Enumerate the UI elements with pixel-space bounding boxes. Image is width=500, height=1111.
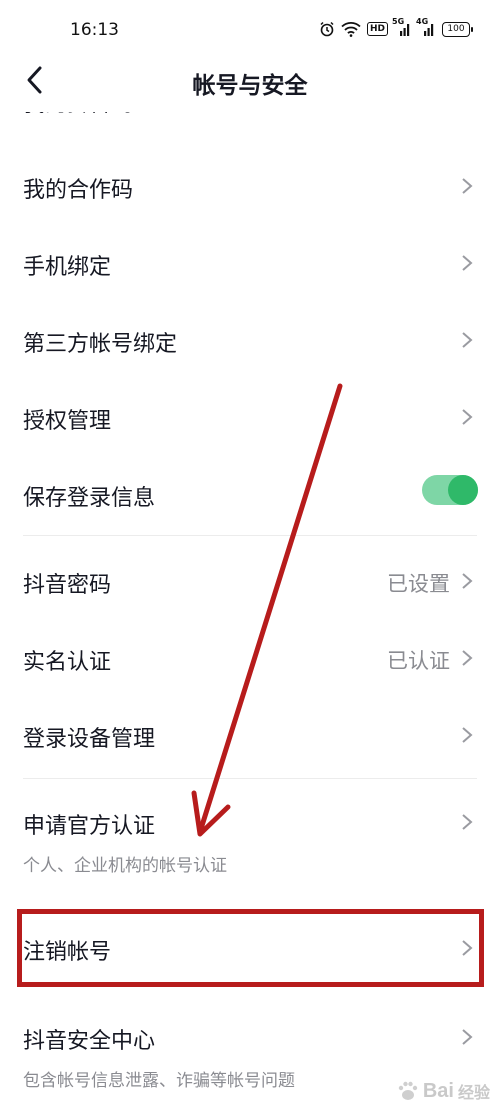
nav-bar: 帐号与安全: [0, 50, 500, 110]
chevron-right-icon: [462, 409, 473, 425]
row-real-name[interactable]: 实名认证 已认证: [0, 632, 500, 684]
row-authorization[interactable]: 授权管理: [0, 391, 500, 443]
row-official-cert-sub: 个人、企业机构的帐号认证: [23, 856, 227, 876]
paw-logo-icon: [398, 1081, 418, 1100]
row-real-name-label: 实名认证: [23, 650, 112, 675]
page-title: 帐号与安全: [192, 73, 308, 99]
row-security-center-sub: 包含帐号信息泄露、诈骗等帐号问题: [23, 1071, 295, 1091]
toggle-knob: [448, 475, 478, 505]
row-official-cert[interactable]: 申请官方认证 个人、企业机构的帐号认证: [0, 796, 500, 880]
watermark-brand: Bai: [422, 1079, 454, 1102]
row-security-center-label: 抖音安全中心: [23, 1029, 156, 1054]
chevron-right-icon: [462, 573, 473, 589]
signal-5g-icon: 5G: [392, 17, 412, 38]
status-time: 16:13: [70, 20, 119, 40]
row-save-login-label: 保存登录信息: [23, 486, 156, 511]
row-authorization-label: 授权管理: [23, 409, 112, 434]
row-partner-code[interactable]: 我的合作码: [0, 160, 500, 212]
highlight-box: [17, 909, 484, 987]
divider: [23, 778, 477, 779]
chevron-right-icon: [462, 727, 473, 743]
chevron-right-icon: [462, 650, 473, 666]
row-third-party-binding-label: 第三方帐号绑定: [23, 332, 178, 357]
chevron-right-icon: [462, 255, 473, 271]
wifi-icon: [341, 20, 361, 38]
row-save-login: 保存登录信息: [0, 468, 500, 520]
watermark-brand-tail: 经验: [457, 1085, 490, 1102]
row-real-name-value: 已认证: [387, 649, 450, 673]
watermark: Bai 经验 jingyan: [397, 1079, 490, 1103]
hd-badge: HD: [366, 22, 388, 36]
chevron-right-icon: [462, 814, 473, 830]
row-partner-code-label: 我的合作码: [23, 178, 134, 203]
row-password-value: 已设置: [387, 572, 450, 596]
row-official-cert-label: 申请官方认证: [23, 814, 156, 839]
signal-4g-icon: 4G: [416, 17, 436, 38]
status-icons: HD 5G 4G 100: [319, 17, 473, 38]
row-phone-binding[interactable]: 手机绑定: [0, 237, 500, 289]
battery-icon: 100: [442, 21, 473, 37]
row-devices[interactable]: 登录设备管理: [0, 709, 500, 761]
row-password[interactable]: 抖音密码 已设置: [0, 555, 500, 607]
alarm-icon: [319, 20, 335, 38]
row-phone-binding-label: 手机绑定: [23, 255, 112, 280]
row-third-party-binding[interactable]: 第三方帐号绑定: [0, 314, 500, 366]
chevron-right-icon: [462, 178, 473, 194]
row-password-label: 抖音密码: [23, 573, 112, 598]
divider: [23, 535, 477, 536]
chevron-right-icon: [462, 332, 473, 348]
row-devices-label: 登录设备管理: [23, 727, 156, 752]
chevron-right-icon: [462, 1029, 473, 1045]
save-login-toggle[interactable]: [422, 475, 478, 505]
